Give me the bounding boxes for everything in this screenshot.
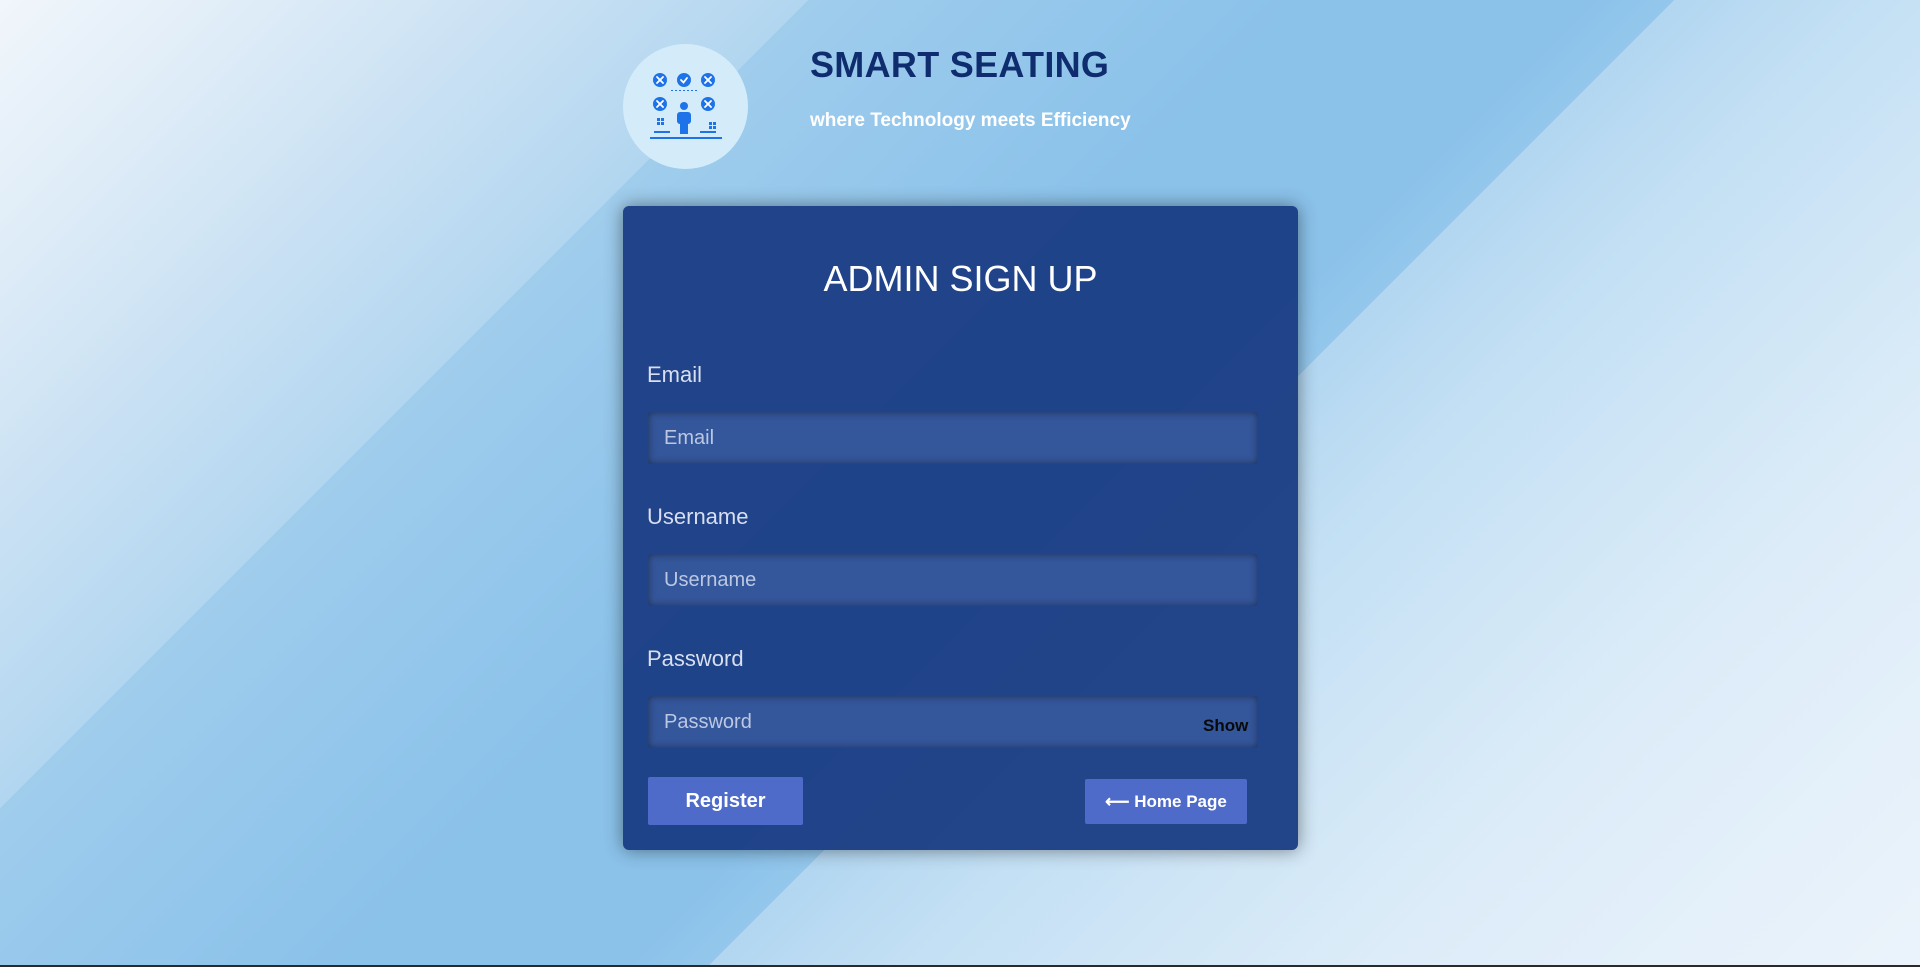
username-field[interactable] bbox=[648, 554, 1258, 606]
brand-title: SMART SEATING bbox=[810, 44, 1110, 85]
register-button[interactable]: Register bbox=[648, 777, 803, 825]
seating-chart-icon bbox=[649, 72, 722, 139]
email-field[interactable] bbox=[648, 412, 1258, 464]
admin-signup-card: ADMIN SIGN UP Email Username Password Sh… bbox=[623, 206, 1298, 850]
form-title: ADMIN SIGN UP bbox=[823, 258, 1098, 299]
brand-tagline: where Technology meets Efficiency bbox=[810, 110, 1131, 131]
password-field[interactable] bbox=[648, 696, 1258, 748]
email-label: Email bbox=[647, 362, 703, 387]
page-background: SMART SEATING where Technology meets Eff… bbox=[0, 0, 1920, 967]
brand-logo bbox=[623, 44, 748, 169]
home-page-button[interactable]: ⟵ Home Page bbox=[1085, 779, 1247, 824]
username-label: Username bbox=[647, 504, 749, 529]
password-label: Password bbox=[647, 646, 744, 671]
show-password-toggle[interactable]: Show bbox=[1203, 716, 1248, 736]
